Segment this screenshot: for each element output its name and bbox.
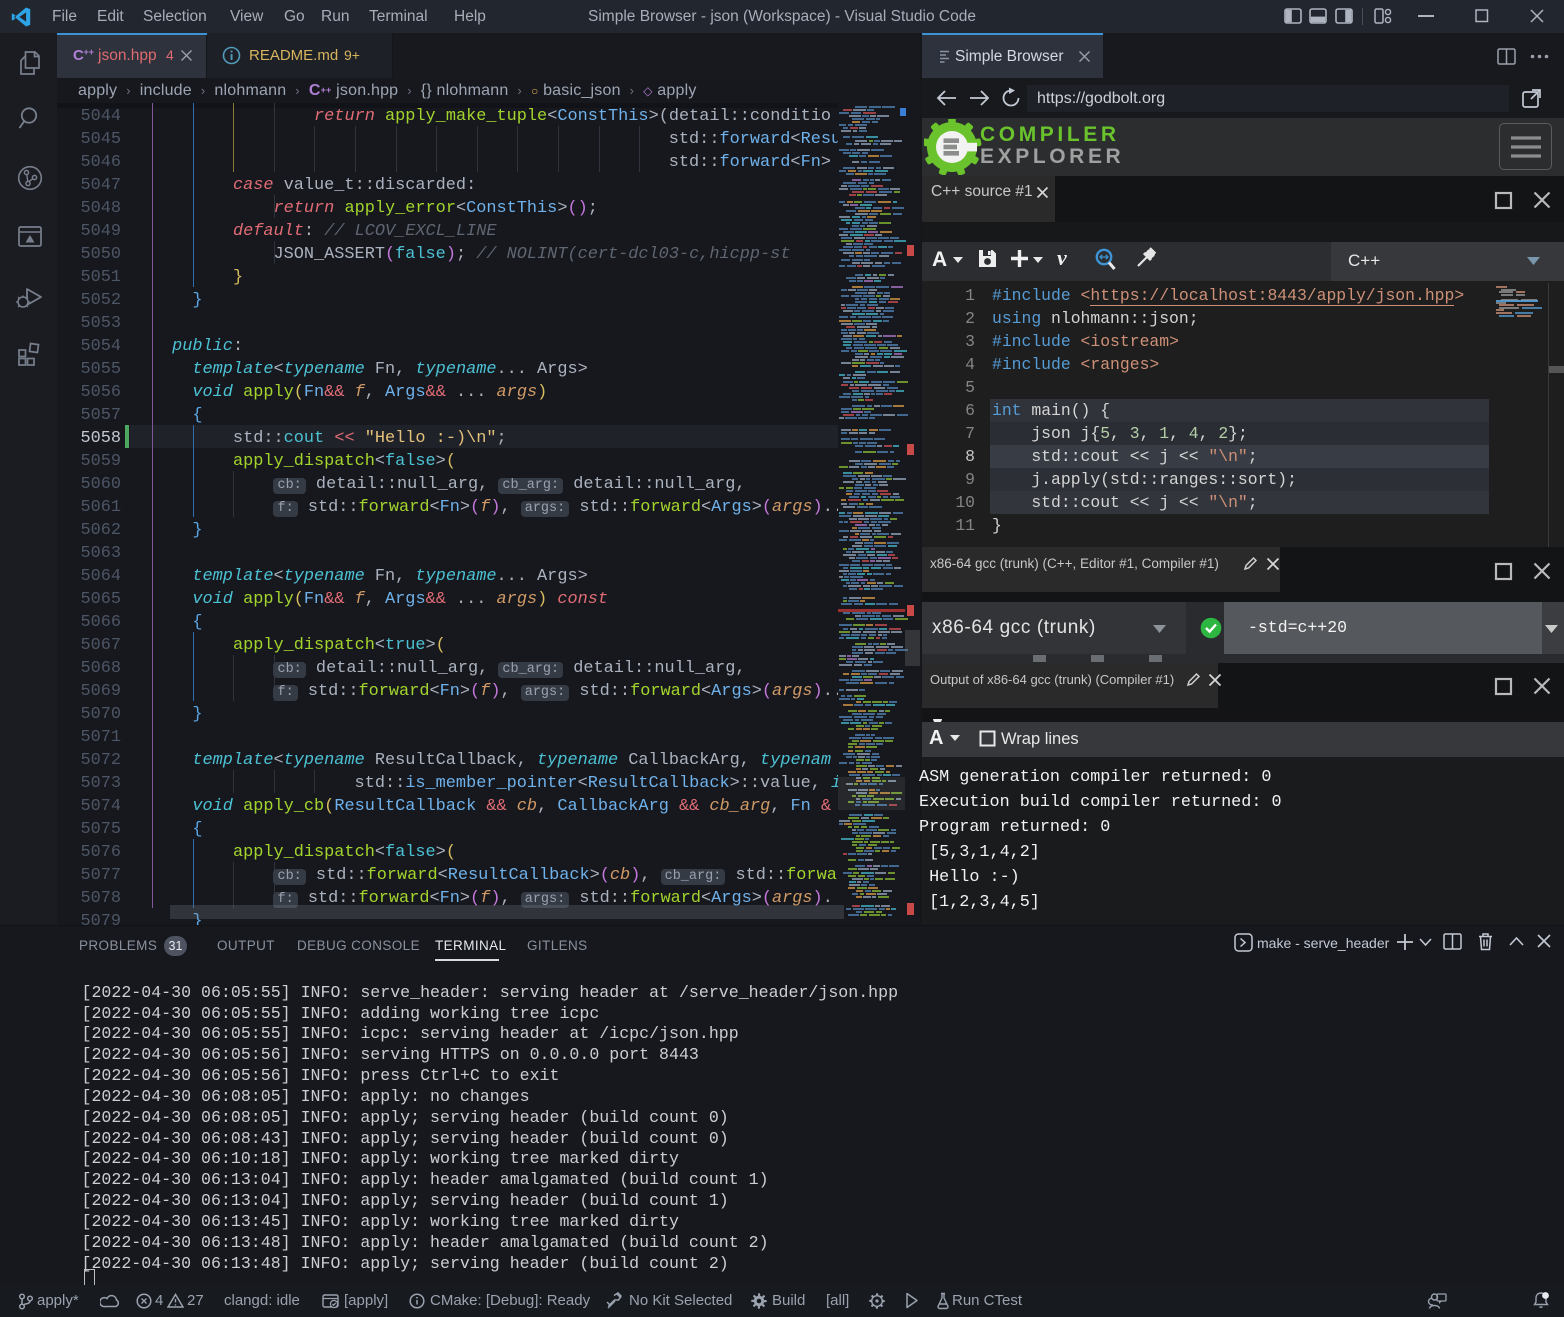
svg-text:C: C [73,47,84,64]
svg-text:++: ++ [84,47,95,57]
